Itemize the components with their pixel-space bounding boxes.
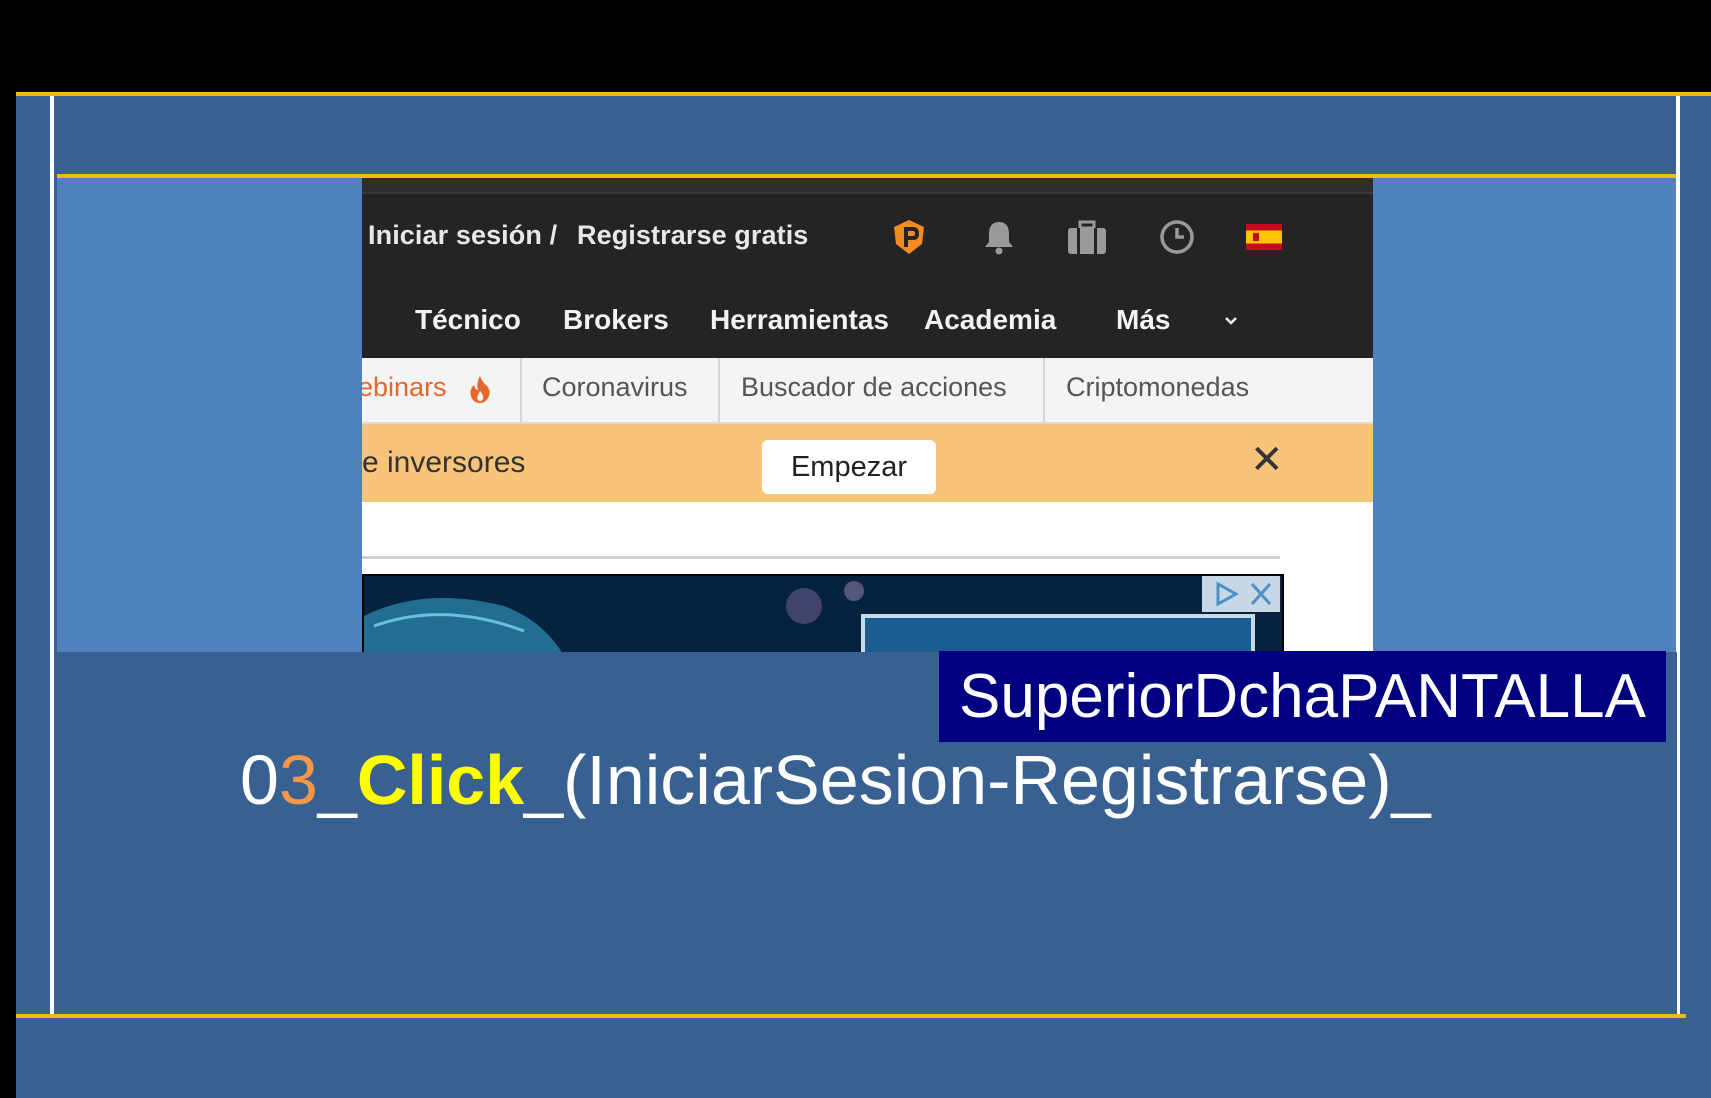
step-number: 3 (278, 741, 318, 819)
subnav-divider (718, 358, 720, 422)
ad-choices-badge[interactable] (1202, 576, 1280, 612)
position-label: SuperiorDchaPANTALLA (939, 651, 1666, 742)
briefcase-icon[interactable] (1066, 220, 1108, 256)
subnav-divider (1043, 358, 1045, 422)
top-gold-rule (16, 92, 1711, 96)
step-action: Click (356, 741, 525, 819)
subnav-coronavirus[interactable]: Coronavirus (542, 372, 688, 403)
subnav-buscador[interactable]: Buscador de acciones (741, 372, 1007, 403)
fire-icon (470, 376, 490, 403)
ad-banner[interactable] (362, 574, 1284, 652)
subnav-divider (520, 358, 522, 422)
step-target: _(IniciarSesion-Registrarse)_ (524, 741, 1431, 819)
nav-mas[interactable]: Más (1116, 304, 1170, 336)
nav-brokers[interactable]: Brokers (563, 304, 669, 336)
step-caption: 03_Click_(IniciarSesion-Registrarse)_ (240, 740, 1431, 820)
subnav-criptomonedas[interactable]: Criptomonedas (1066, 372, 1249, 403)
bottom-gold-rule (16, 1014, 1686, 1018)
ad-content-box (861, 614, 1255, 652)
nav-academia[interactable]: Academia (924, 304, 1056, 336)
promo-text: e inversores (362, 446, 526, 479)
ad-choices-icon (1216, 581, 1272, 607)
nav-tecnico[interactable]: Técnico (415, 304, 521, 336)
website-screenshot: Iniciar sesión / Registrarse gratis Técn… (362, 178, 1373, 652)
nav-herramientas[interactable]: Herramientas (710, 304, 889, 336)
header-strip (362, 178, 1373, 194)
spain-flag-icon[interactable] (1246, 224, 1282, 250)
left-white-rule (50, 96, 54, 1014)
empezar-button[interactable]: Empezar (762, 440, 936, 494)
content-divider (362, 556, 1280, 559)
chevron-down-icon (1225, 317, 1237, 325)
register-link[interactable]: Registrarse gratis (577, 220, 808, 251)
bell-icon[interactable] (982, 218, 1016, 256)
login-link[interactable]: Iniciar sesión / (368, 220, 557, 251)
subnav-webinars[interactable]: ebinars (362, 372, 447, 403)
step-prefix: 0 (240, 741, 279, 819)
close-icon[interactable]: ✕ (1250, 440, 1284, 480)
step-separator: _ (317, 741, 357, 819)
clock-icon[interactable] (1158, 218, 1196, 256)
investing-pro-icon[interactable] (890, 218, 928, 256)
